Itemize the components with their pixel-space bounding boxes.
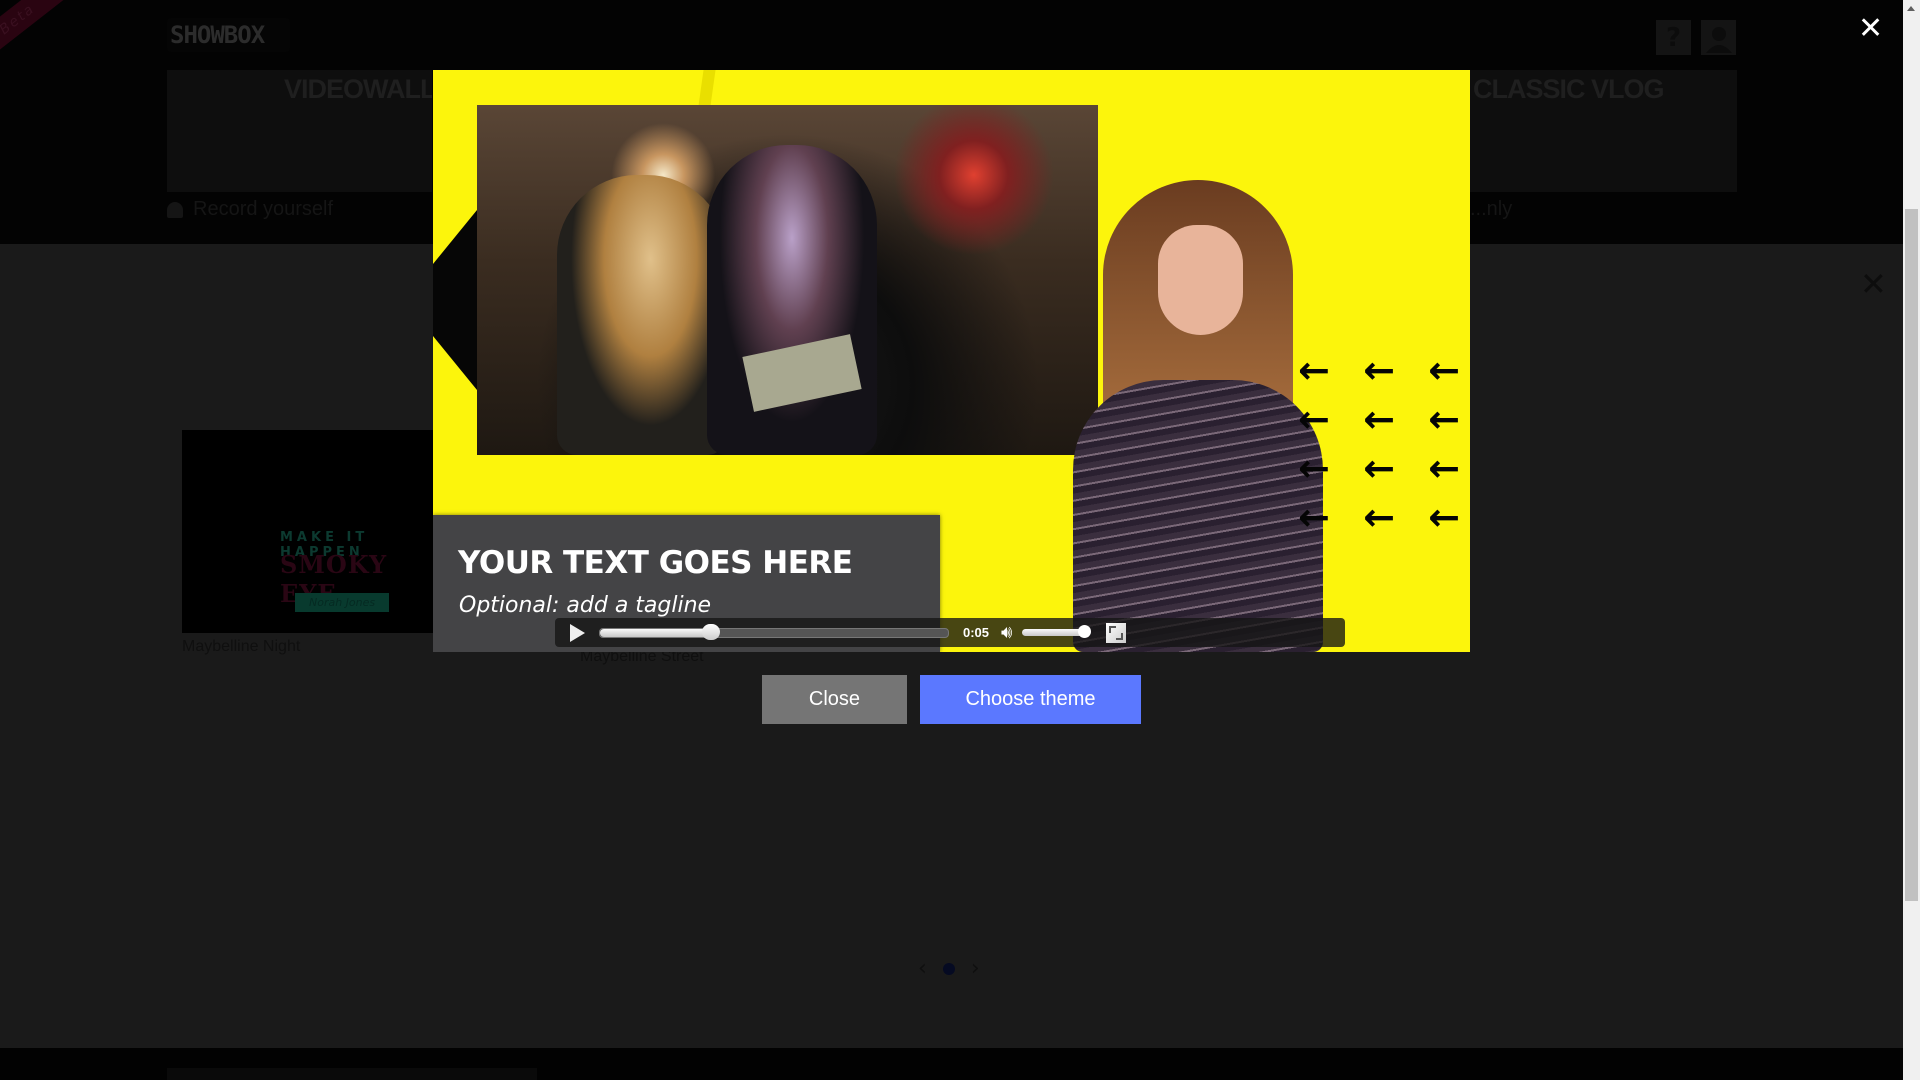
theme-preview-video[interactable]: ← ← ← ← ← ← ← ← ← ← ← ← YOUR TEXT GOES H… <box>433 70 1470 652</box>
help-button[interactable]: ? <box>1656 20 1691 55</box>
close-button[interactable]: Close <box>762 675 907 724</box>
pagination: ‹ › <box>918 956 980 981</box>
panel-close-button[interactable]: ✕ <box>1860 268 1887 300</box>
scrollbar-thumb[interactable] <box>1905 209 1918 901</box>
fullscreen-icon[interactable] <box>1106 622 1127 643</box>
play-icon[interactable] <box>570 623 585 642</box>
volume-slider-thumb[interactable] <box>1078 625 1092 638</box>
seek-bar-fill <box>600 628 712 637</box>
choose-theme-button[interactable]: Choose theme <box>920 675 1141 724</box>
theme-card[interactable]: MAKE IT HAPPEN SMOKY EYE Norah Jones <box>182 430 437 633</box>
video-photo-frame <box>477 105 1098 455</box>
prev-page-button[interactable]: ‹ <box>918 956 927 981</box>
decorative-strip <box>698 70 716 106</box>
page-dot-active[interactable] <box>942 962 955 975</box>
current-time: 0:05 <box>963 625 990 640</box>
close-x-icon: ✕ <box>1858 11 1884 46</box>
arrow-pattern: ← ← ← ← ← ← ← ← ← ← ← ← <box>1123 346 1470 542</box>
video-tagline: Optional: add a tagline <box>459 593 712 618</box>
video-headline: YOUR TEXT GOES HERE <box>458 545 853 581</box>
arrow-row: ← ← ← <box>1298 495 1470 539</box>
theme-card-label: Maybelline Night <box>182 638 301 655</box>
category-title: CLASSIC VLOG <box>1473 74 1665 104</box>
close-x-icon: ✕ <box>1860 265 1887 303</box>
page: Beta SHOWBOX ? VIDEOWALL Record yourself… <box>0 0 1903 1080</box>
category-subtitle: ...nly <box>1470 198 1513 220</box>
vertical-scrollbar[interactable] <box>1903 0 1920 1080</box>
seek-bar[interactable] <box>599 623 949 640</box>
user-account-button[interactable] <box>1701 20 1736 55</box>
seek-bar-thumb[interactable] <box>702 623 721 640</box>
question-mark-icon: ? <box>1665 22 1682 53</box>
arrow-row: ← ← ← <box>1298 397 1470 441</box>
beta-ribbon: Beta <box>0 0 65 61</box>
modal-close-button[interactable]: ✕ <box>1858 14 1883 44</box>
footer-block <box>167 1068 537 1080</box>
user-icon <box>167 201 183 218</box>
showbox-logo[interactable]: SHOWBOX <box>167 18 290 52</box>
category-videowall[interactable]: VIDEOWALL <box>167 70 432 192</box>
video-controls: 0:05 🔊︎ <box>555 618 1345 647</box>
scroll-up-arrow-icon[interactable] <box>1907 6 1915 11</box>
user-silhouette-icon <box>1705 26 1732 53</box>
card-overlay-tag: Norah Jones <box>295 593 390 612</box>
arrow-row: ← ← ← <box>1298 446 1470 490</box>
volume-slider[interactable] <box>1022 625 1092 638</box>
next-page-button[interactable]: › <box>971 956 980 981</box>
speaker-volume-icon[interactable]: 🔊︎ <box>1001 622 1012 643</box>
arrow-row: ← ← ← <box>1298 348 1470 392</box>
category-classic-vlog[interactable]: CLASSIC VLOG <box>1470 70 1737 192</box>
category-title: VIDEOWALL <box>284 74 432 104</box>
decorative-triangle <box>433 210 477 390</box>
category-subtitle: Record yourself <box>167 198 333 221</box>
